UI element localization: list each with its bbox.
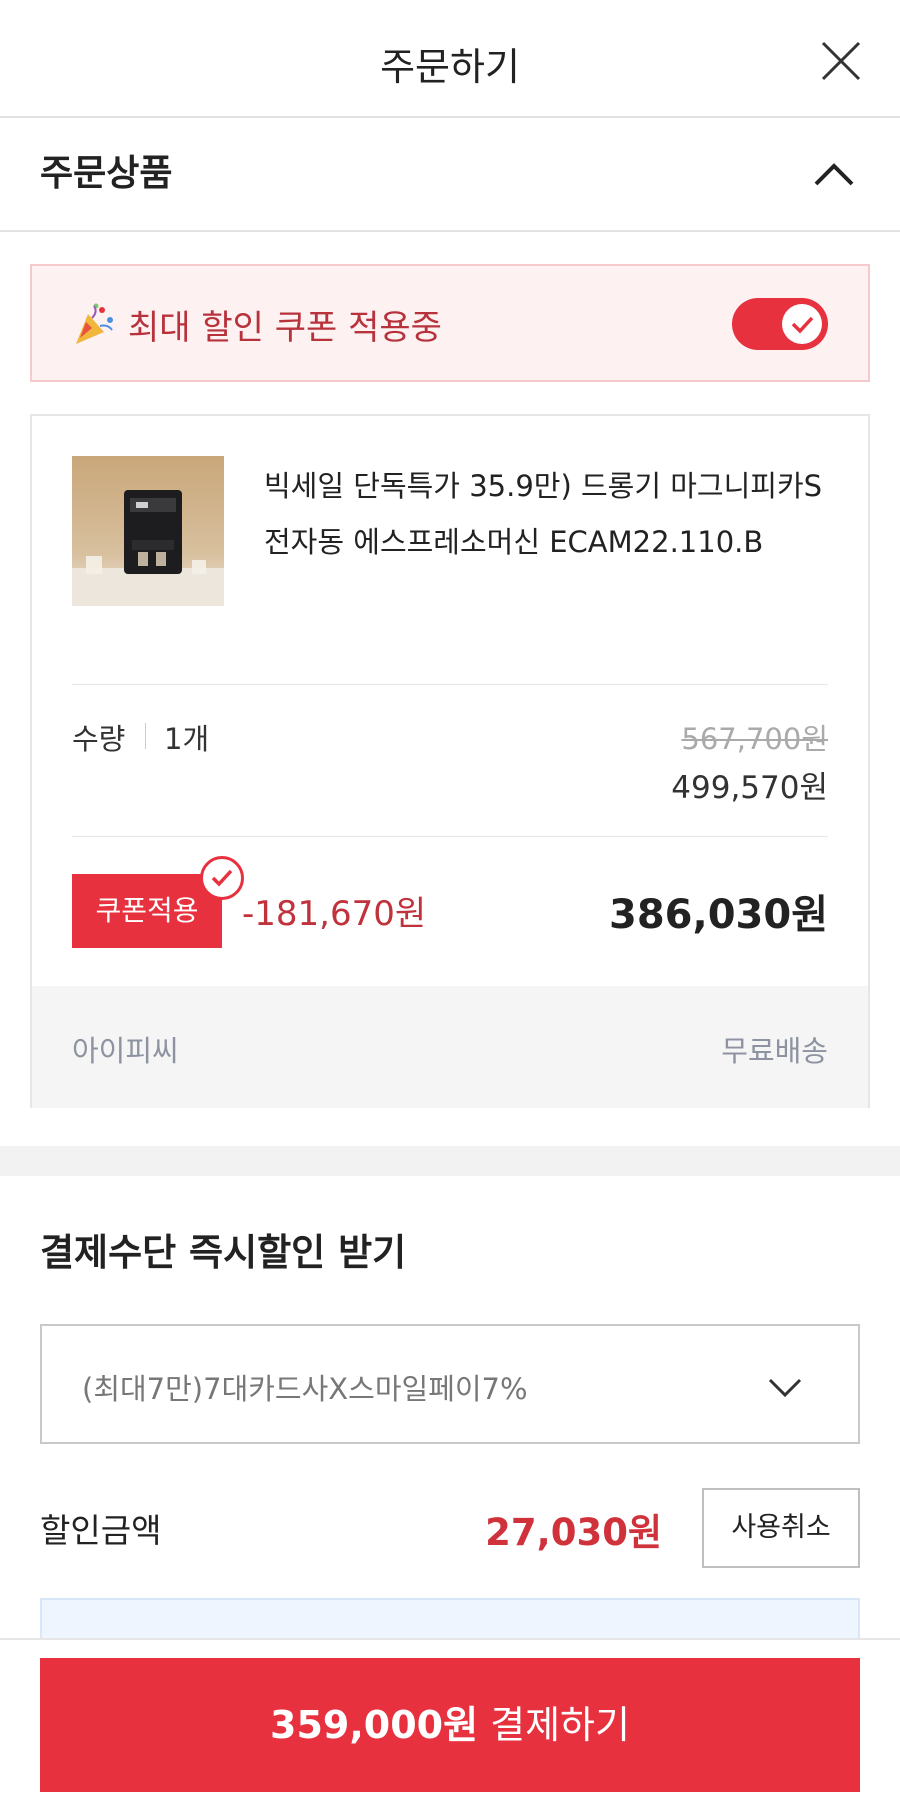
coupon-applied-check-icon [200, 856, 244, 900]
check-icon [791, 316, 814, 334]
seller-name[interactable]: 아이피씨 [72, 1028, 179, 1070]
divider [72, 836, 828, 837]
apply-coupon-button[interactable]: 쿠폰적용 [72, 874, 222, 948]
quantity-value: 1개 [164, 722, 210, 756]
product-name[interactable]: 빅세일 단독특가 35.9만) 드롱기 마그니피카S 전자동 에스프레소머신 E… [264, 458, 834, 570]
chevron-down-icon [768, 1378, 802, 1398]
close-icon[interactable] [820, 40, 862, 82]
coupon-discount-amount: -181,670원 [242, 894, 427, 934]
product-image [72, 456, 224, 606]
payment-method-select[interactable]: (최대7만)7대카드사X스마일페이7% [40, 1324, 860, 1444]
discount-label: 할인금액 [40, 1511, 162, 1550]
coupon-toggle[interactable] [732, 298, 828, 350]
quantity-separator [145, 723, 146, 749]
cancel-discount-button[interactable]: 사용취소 [702, 1488, 860, 1568]
coupon-banner: 최대 할인 쿠폰 적용중 [30, 264, 870, 382]
party-popper-icon [76, 303, 113, 344]
pay-amount: 359,000원 [270, 1703, 479, 1747]
page-title: 주문하기 [380, 45, 520, 89]
order-products-header[interactable]: 주문상품 [0, 120, 900, 232]
divider [72, 684, 828, 685]
shipping-info: 무료배송 [721, 1034, 828, 1068]
chevron-up-icon[interactable] [812, 152, 856, 196]
original-price: 567,700원 [681, 722, 828, 756]
pay-label: 결제하기 [490, 1703, 630, 1747]
seller-bar: 아이피씨 무료배송 [32, 986, 868, 1108]
discount-value: 27,030원 [485, 1511, 662, 1554]
product-card: 빅세일 단독특가 35.9만) 드롱기 마그니피카S 전자동 에스프레소머신 E… [30, 414, 870, 1108]
sale-price: 499,570원 [671, 770, 828, 806]
final-price: 386,030원 [609, 892, 828, 938]
header: 주문하기 [0, 0, 900, 118]
section-title: 주문상품 [40, 153, 173, 194]
toggle-knob [782, 304, 822, 344]
footer: 359,000원 결제하기 [0, 1638, 900, 1814]
quantity-label: 수량 [72, 722, 126, 756]
payment-method-selected: (최대7만)7대카드사X스마일페이7% [82, 1372, 528, 1406]
payment-discount-title: 결제수단 즉시할인 받기 [40, 1231, 407, 1274]
coupon-banner-text: 최대 할인 쿠폰 적용중 [128, 308, 442, 348]
pay-button[interactable]: 359,000원 결제하기 [40, 1658, 860, 1792]
section-divider [0, 1146, 900, 1176]
